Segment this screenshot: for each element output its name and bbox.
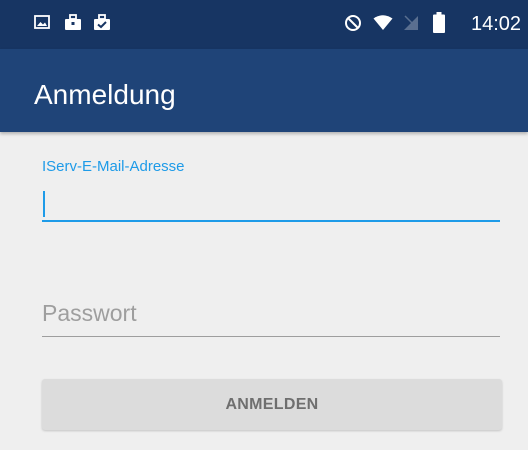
password-field[interactable] bbox=[42, 297, 500, 337]
do-not-disturb-icon bbox=[345, 15, 361, 31]
page-title: Anmeldung bbox=[34, 79, 176, 110]
login-button[interactable]: ANMELDEN bbox=[42, 379, 502, 430]
wifi-icon bbox=[373, 15, 393, 30]
battery-icon bbox=[433, 12, 445, 33]
email-field[interactable] bbox=[42, 188, 500, 222]
text-cursor bbox=[43, 191, 45, 217]
status-bar: 14:02 bbox=[0, 0, 528, 49]
briefcase-icon bbox=[65, 14, 81, 30]
no-signal-icon bbox=[404, 15, 418, 30]
email-label: IServ-E-Mail-Adresse bbox=[42, 158, 185, 175]
briefcase-check-icon bbox=[94, 14, 110, 30]
app-bar: Anmeldung bbox=[0, 49, 528, 132]
image-icon bbox=[34, 15, 50, 29]
clock: 14:02 bbox=[471, 13, 522, 35]
